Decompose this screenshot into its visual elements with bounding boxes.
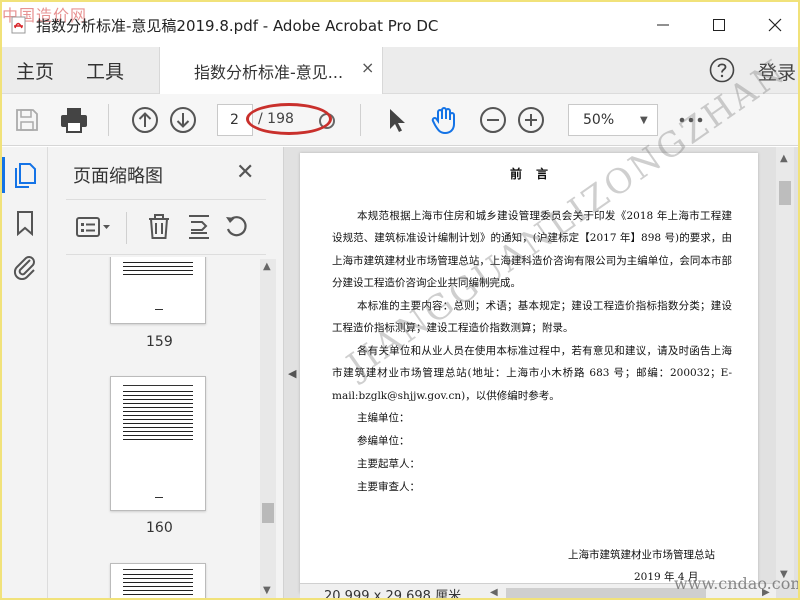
rotate-page-button[interactable] [222, 212, 252, 242]
thumbnail-table-graphic [123, 262, 193, 278]
previous-page-button[interactable] [129, 104, 161, 136]
list-options-icon [76, 217, 110, 237]
page-size-readout: 20.999 x 29.698 厘米 [324, 589, 462, 600]
thumbnail-page[interactable] [110, 563, 206, 598]
paragraph: 各有关单位和从业人员在使用本标准过程中，若有意见和建议，请及时函告上海市建筑建材… [332, 340, 732, 407]
scroll-left-icon[interactable]: ◀ [490, 587, 498, 598]
help-icon[interactable] [709, 57, 735, 83]
thumbnails-close-button[interactable]: ✕ [236, 160, 254, 185]
document-vertical-scrollbar[interactable]: ▲ ▼ [776, 147, 794, 585]
acrobat-window: 中国造价网 指数分析标准-意见稿2019.8.pdf - Adobe Acrob… [0, 0, 800, 600]
field-chief-editor: 主编单位： [357, 412, 410, 424]
zoom-in-button[interactable] [515, 104, 547, 136]
menu-bar: 主页 工具 指数分析标准-意见... × 登录 [2, 47, 798, 94]
extract-page-button[interactable] [184, 212, 214, 242]
chevron-down-icon: ▼ [640, 115, 648, 126]
document-scrollbar-thumb[interactable] [779, 181, 791, 205]
page-thumbnails-icon[interactable] [13, 162, 37, 190]
collapse-panel-icon[interactable]: ◀ [288, 367, 296, 380]
delete-page-button[interactable] [144, 212, 174, 242]
paragraph-text: 各有关单位和从业人员在使用本标准过程中，若有意见和建议，请及时函告上海市建筑建材… [332, 345, 732, 402]
paragraph-text: 本规范根据上海市住房和城乡建设管理委员会关于印发《2018 年上海市工程建设规范… [332, 210, 732, 290]
paragraph-text: 本标准的主要内容：总则；术语；基本规定；建设工程造价指标指数分类；建设工程造价指… [332, 300, 732, 335]
toolbar-separator [360, 104, 361, 136]
minimize-icon [657, 24, 669, 26]
thumbnail-scrollbar[interactable]: ▲ ▼ [260, 259, 276, 598]
toolbar-separator [108, 104, 109, 136]
paragraph: 本标准的主要内容：总则；术语；基本规定；建设工程造价指标指数分类；建设工程造价指… [332, 295, 732, 340]
save-icon [16, 109, 38, 131]
home-menu[interactable]: 主页 [16, 57, 54, 84]
page-heading: 前言 [509, 167, 562, 181]
window-title: 指数分析标准-意见稿2019.8.pdf - Adobe Acrobat Pro… [36, 17, 439, 35]
arrow-down-circle-icon [170, 107, 196, 133]
thumbnail-page[interactable] [110, 257, 206, 324]
zoom-value: 50% [583, 112, 615, 128]
maximize-button[interactable] [696, 10, 742, 40]
more-dots-icon [679, 117, 703, 123]
highlight-annotation-ellipse [246, 103, 332, 135]
document-tab[interactable]: 指数分析标准-意见... × [159, 47, 383, 94]
thumbnail-options-button[interactable] [74, 212, 114, 242]
thumbnail-page-number: 159 [146, 334, 173, 350]
thumbnail-page[interactable] [110, 376, 206, 511]
paperclip-icon[interactable] [12, 252, 38, 280]
title-bar: 中国造价网 指数分析标准-意见稿2019.8.pdf - Adobe Acrob… [2, 2, 798, 47]
signature-organization: 上海市建筑建材业市场管理总站 [568, 549, 715, 561]
save-button[interactable] [11, 104, 43, 136]
login-link[interactable]: 登录 [758, 58, 796, 85]
zoom-out-button[interactable] [477, 104, 509, 136]
minimize-button[interactable] [640, 10, 686, 40]
minus-circle-icon [480, 107, 506, 133]
rail-active-indicator [2, 157, 5, 193]
maximize-icon [713, 19, 725, 31]
close-window-button[interactable] [752, 10, 798, 40]
field-participating-unit: 参编单位： [357, 435, 410, 447]
hand-tool-button[interactable] [428, 104, 460, 136]
close-icon [768, 18, 782, 32]
pdf-page: 前言 本规范根据上海市住房和城乡建设管理委员会关于印发《2018 年上海市工程建… [300, 51, 794, 593]
thumbnail-table-graphic [123, 391, 193, 441]
thumbnail-scrollbar-thumb[interactable] [262, 503, 274, 523]
select-tool-button[interactable] [380, 104, 412, 136]
site-watermark: www.cndao.com [674, 574, 800, 593]
thumbnail-page-mark [155, 309, 163, 310]
hand-icon [431, 107, 455, 135]
document-view: ◀ 前言 本规范根据上海市住房和城乡建设管理委员会关于印发《2018 年上海市工… [284, 51, 798, 600]
cursor-arrow-icon [390, 109, 405, 132]
thumbnail-header-rule [123, 569, 193, 570]
thumbnails-toolbar [66, 199, 266, 255]
scroll-up-icon[interactable]: ▲ [780, 153, 788, 164]
thumbnails-panel: 页面缩略图 ✕ 159 160 ▲ ▼ [48, 147, 284, 598]
printer-icon [61, 108, 87, 133]
zoom-select[interactable]: 50% ▼ [568, 104, 658, 136]
bookmark-icon[interactable] [15, 210, 35, 236]
rotate-icon [226, 216, 247, 237]
field-main-reviewer: 主要审查人： [357, 481, 420, 493]
scroll-up-icon[interactable]: ▲ [263, 261, 271, 272]
more-tools-button[interactable] [675, 104, 707, 136]
field-main-drafter: 主要起草人： [357, 458, 420, 470]
print-button[interactable] [58, 104, 90, 136]
thumbnail-list: 159 160 [66, 257, 276, 598]
trash-icon [149, 214, 169, 239]
arrow-up-circle-icon [132, 107, 158, 133]
navigation-rail [2, 147, 48, 598]
toolbar: 2 / 198 50% ▼ [2, 94, 798, 146]
tools-menu[interactable]: 工具 [86, 57, 124, 84]
toolbar-separator [126, 212, 127, 244]
thumbnail-page-number: 160 [146, 520, 173, 536]
thumbnails-panel-title: 页面缩略图 [73, 166, 163, 187]
page-extract-icon [189, 215, 209, 239]
scroll-down-icon[interactable]: ▼ [263, 585, 271, 596]
document-tab-close-button[interactable]: × [361, 58, 374, 77]
thumbnail-table-graphic [123, 574, 193, 598]
paragraph: 本规范根据上海市住房和城乡建设管理委员会关于印发《2018 年上海市工程建设规范… [332, 205, 732, 295]
document-tab-label: 指数分析标准-意见... [194, 63, 344, 82]
next-page-button[interactable] [167, 104, 199, 136]
thumbnail-page-mark [155, 497, 163, 498]
plus-circle-icon [518, 107, 544, 133]
thumbnail-header-rule [123, 385, 193, 386]
pdf-file-icon [11, 16, 26, 34]
